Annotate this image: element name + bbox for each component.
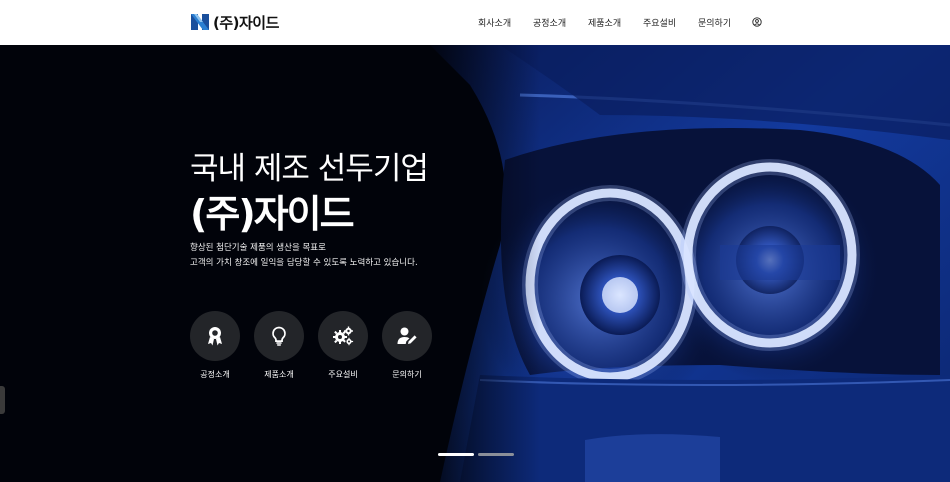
quick-link-label: 제품소개 <box>264 370 294 379</box>
hero-title-line1: 국내 제조 선두기업 <box>190 151 429 187</box>
user-circle-icon[interactable] <box>752 17 762 27</box>
quick-link-process[interactable]: 공정소개 <box>189 311 241 380</box>
hero-section: 국내 제조 선두기업 (주)자이드 향상된 첨단기술 제품의 생산을 목표로 고… <box>0 45 950 482</box>
quick-link-circle[interactable] <box>190 311 240 361</box>
slide-indicator[interactable] <box>478 453 514 456</box>
user-edit-icon <box>397 327 417 344</box>
brand-name: (주)자이드 <box>213 13 279 32</box>
quick-link-equipment[interactable]: 주요설비 <box>317 311 369 380</box>
nav-item-company[interactable]: 회사소개 <box>478 16 511 29</box>
quick-link-circle[interactable] <box>254 311 304 361</box>
gears-icon <box>333 326 354 346</box>
slide-indicator-active[interactable] <box>438 453 474 456</box>
hero-title-line2: (주)자이드 <box>190 192 355 236</box>
nav-item-equipment[interactable]: 주요설비 <box>643 16 676 29</box>
site-logo[interactable]: (주)자이드 <box>190 11 279 33</box>
quick-link-circle[interactable] <box>318 311 368 361</box>
quick-link-label: 문의하기 <box>392 370 422 379</box>
hero-desc-line1: 향상된 첨단기술 제품의 생산을 목표로 <box>190 243 326 253</box>
quick-link-label: 공정소개 <box>200 370 230 379</box>
zaid-logo-icon <box>191 14 209 30</box>
car-headlight-image <box>0 45 950 482</box>
nav-item-contact[interactable]: 문의하기 <box>698 16 731 29</box>
quick-link-contact[interactable]: 문의하기 <box>381 311 433 380</box>
hero-description: 향상된 첨단기술 제품의 생산을 목표로 고객의 가치 창조에 일익을 담당할 … <box>190 241 418 271</box>
side-tab-handle[interactable] <box>0 386 5 414</box>
award-badge-icon <box>208 327 222 346</box>
site-header: (주)자이드 회사소개 공정소개 제품소개 주요설비 문의하기 <box>0 0 950 45</box>
lightbulb-icon <box>272 326 286 346</box>
nav-item-products[interactable]: 제품소개 <box>588 16 621 29</box>
quick-link-label: 주요설비 <box>328 370 358 379</box>
quick-link-circle[interactable] <box>382 311 432 361</box>
nav-item-process[interactable]: 공정소개 <box>533 16 566 29</box>
hero-desc-line2: 고객의 가치 창조에 일익을 담당할 수 있도록 노력하고 있습니다. <box>190 258 418 268</box>
quick-link-products[interactable]: 제품소개 <box>253 311 305 380</box>
